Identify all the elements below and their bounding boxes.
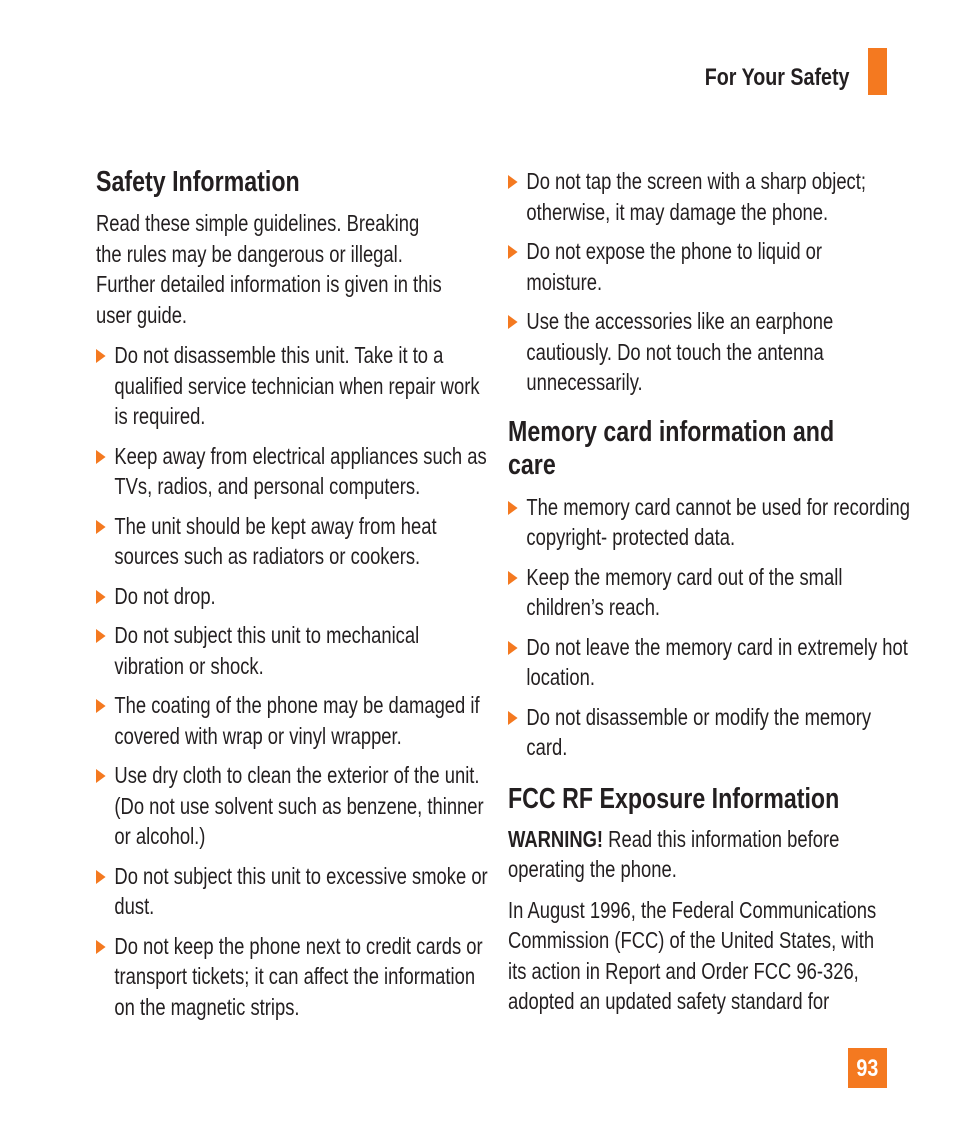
bullet-item: The coating of the phone may be damaged … [96,690,490,751]
bullet-arrow-icon [96,589,106,604]
bullet-arrow-icon [96,629,106,643]
left-column: Safety Information Read these simple gui… [96,166,496,1031]
bullet-text: Do not tap the screen with a sharp objec… [526,168,866,225]
bullet-text: The coating of the phone may be damaged … [114,692,480,749]
bullet-text: Do not subject this unit to mechanical v… [114,622,420,679]
bullet-arrow-icon [96,939,106,954]
bullet-item: Do not expose the phone to liquid or moi… [508,236,902,297]
bullet-text: Use dry cloth to clean the exterior of t… [114,762,484,849]
bullet-item: Keep the memory card out of the small ch… [508,562,910,623]
bullet-arrow-icon [96,519,106,534]
bullet-text: Keep the memory card out of the small ch… [526,563,843,621]
bullet-text: Do not disassemble this unit. Take it to… [114,342,480,429]
section-title: For Your Safety [704,64,849,91]
bullet-arrow-icon [96,349,106,363]
safety-bullet-list-continued: Do not tap the screen with a sharp objec… [508,166,908,398]
bullet-item: Do not tap the screen with a sharp objec… [508,166,902,227]
bullet-item: Do not subject this unit to mechanical v… [96,620,490,681]
bullet-text: The memory card cannot be used for recor… [526,493,910,551]
bullet-item: Do not subject this unit to excessive sm… [96,861,490,922]
bullet-text: Use the accessories like an earphone cau… [526,308,834,395]
bullet-text: The unit should be kept away from heat s… [114,512,437,570]
fcc-heading: FCC RF Exposure Information [508,782,840,815]
bullet-arrow-icon [508,570,518,585]
memory-card-bullet-list: The memory card cannot be used for recor… [508,492,910,763]
bullet-arrow-icon [508,175,518,189]
bullet-text: Do not subject this unit to excessive sm… [114,862,488,920]
bullet-text: Do not keep the phone next to credit car… [114,932,483,1020]
bullet-text: Do not leave the memory card in extremel… [526,633,908,691]
bullet-text: Do not disassemble or modify the memory … [526,703,872,761]
bullet-item: Do not disassemble or modify the memory … [508,702,910,763]
fcc-paragraph: In August 1996, the Federal Communicatio… [508,896,877,1015]
bullet-item: Do not disassemble this unit. Take it to… [96,340,490,432]
safety-information-heading: Safety Information [96,166,300,198]
bullet-item: Do not drop. [96,581,490,612]
bullet-text: Do not expose the phone to liquid or moi… [526,238,823,295]
bullet-text: Keep away from electrical appliances suc… [114,442,487,500]
bullet-arrow-icon [508,710,518,725]
bullet-arrow-icon [508,315,518,329]
bullet-arrow-icon [508,640,518,655]
bullet-text: Do not drop. [114,582,216,609]
bullet-arrow-icon [96,869,106,884]
bullet-item: Use the accessories like an earphone cau… [508,306,902,398]
memory-card-heading: Memory card information and care [508,415,835,481]
section-accent-bar [868,48,887,95]
bullet-arrow-icon [508,245,518,259]
page-number-text: 93 [856,1055,879,1082]
right-column: Do not tap the screen with a sharp objec… [508,166,910,1017]
safety-bullet-list: Do not disassemble this unit. Take it to… [96,340,496,1022]
bullet-item: Keep away from electrical appliances suc… [96,441,490,502]
bullet-item: Do not keep the phone next to credit car… [96,931,490,1023]
bullet-item: The memory card cannot be used for recor… [508,492,910,553]
bullet-arrow-icon [96,449,106,464]
safety-intro: Read these simple guidelines. Breaking t… [96,210,442,328]
bullet-item: Do not leave the memory card in extremel… [508,632,910,693]
bullet-arrow-icon [96,699,106,713]
warning-label: WARNING! [508,825,604,852]
bullet-item: The unit should be kept away from heat s… [96,511,490,572]
bullet-arrow-icon [96,769,106,783]
fcc-warning: WARNING! Read this information before op… [508,824,860,885]
bullet-item: Use dry cloth to clean the exterior of t… [96,760,490,852]
page-number: 93 [848,1048,887,1088]
bullet-arrow-icon [508,500,518,515]
